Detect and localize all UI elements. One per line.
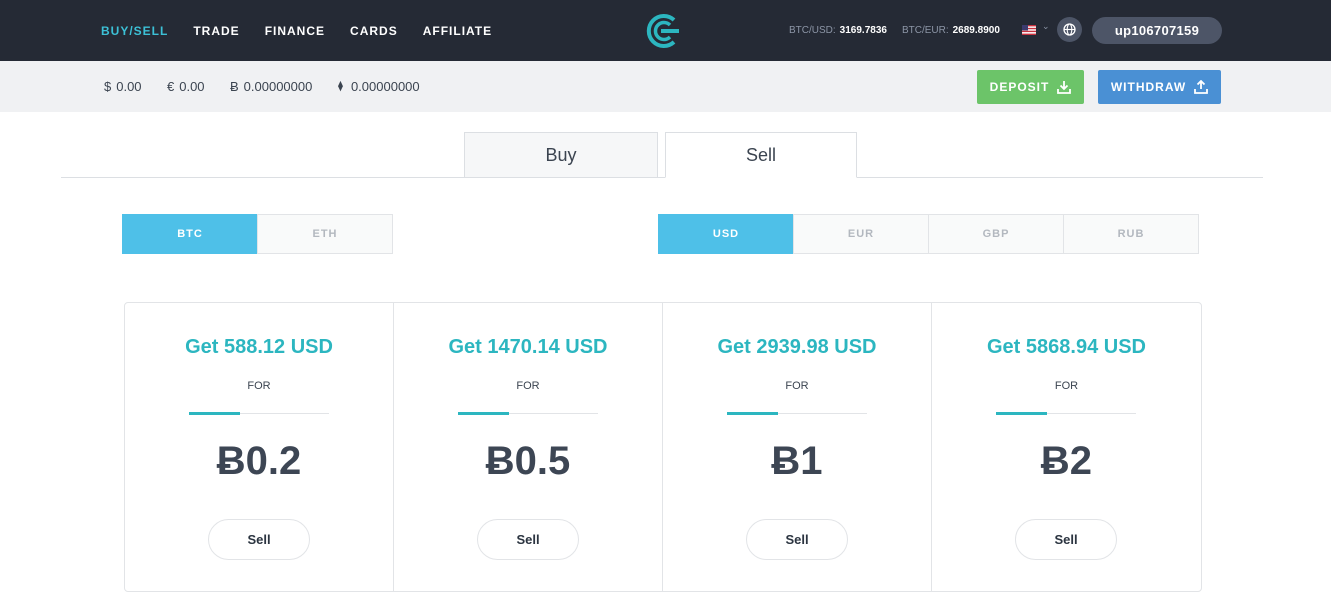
balance-btc: Ƀ 0.00000000: [230, 61, 312, 112]
deposit-label: DEPOSIT: [989, 80, 1050, 94]
offer-get-amount: Get 2939.98 USD: [717, 336, 877, 358]
currency-option-eur[interactable]: EUR: [793, 214, 929, 254]
balance-eur: € 0.00: [167, 61, 205, 112]
offer-crypto-amount: Ƀ0.5: [485, 439, 571, 483]
nav-item-trade[interactable]: TRADE: [193, 24, 239, 38]
rate-label-btc-usd: BTC/USD:: [789, 25, 836, 36]
offer-card: Get 2939.98 USD FOR Ƀ1 Sell: [663, 303, 932, 591]
nav-item-finance[interactable]: FINANCE: [265, 24, 325, 38]
offer-for-label: FOR: [785, 380, 809, 392]
main-nav: BUY/SELL TRADE FINANCE CARDS AFFILIATE: [101, 0, 517, 61]
offer-divider: [189, 412, 329, 415]
balance-bar: $ 0.00 € 0.00 Ƀ 0.00000000 ⧫ 0.00000000 …: [0, 61, 1331, 112]
crypto-selector: BTC ETH: [122, 214, 393, 254]
offer-get-amount: Get 588.12 USD: [185, 336, 333, 358]
upload-icon: [1194, 80, 1209, 94]
sell-button[interactable]: Sell: [1015, 519, 1117, 560]
nav-item-cards[interactable]: CARDS: [350, 24, 398, 38]
offer-divider: [458, 412, 598, 415]
rate-value-btc-eur: 2689.8900: [952, 25, 1000, 36]
withdraw-button[interactable]: WITHDRAW: [1098, 70, 1221, 104]
user-account-button[interactable]: up106707159: [1092, 17, 1222, 44]
offer-card: Get 588.12 USD FOR Ƀ0.2 Sell: [125, 303, 394, 591]
withdraw-label: WITHDRAW: [1110, 80, 1187, 94]
offer-divider: [996, 412, 1136, 415]
currency-selector: USD EUR GBP RUB: [658, 214, 1199, 254]
offer-for-label: FOR: [1054, 380, 1079, 392]
sell-button[interactable]: Sell: [746, 519, 848, 560]
sell-button[interactable]: Sell: [208, 519, 310, 560]
offer-card: Get 1470.14 USD FOR Ƀ0.5 Sell: [394, 303, 663, 591]
chevron-down-icon[interactable]: ⌄: [1042, 21, 1050, 32]
sell-button[interactable]: Sell: [477, 519, 579, 560]
exchange-rates: BTC/USD: 3169.7836 BTC/EUR: 2689.8900: [789, 0, 1015, 61]
crypto-option-btc[interactable]: BTC: [122, 214, 258, 254]
globe-icon[interactable]: [1057, 17, 1082, 42]
download-icon: [1057, 81, 1072, 94]
currency-option-gbp[interactable]: GBP: [928, 214, 1064, 254]
tab-sell[interactable]: Sell: [665, 132, 857, 178]
offer-divider: [727, 412, 867, 415]
us-flag-icon[interactable]: [1022, 25, 1036, 35]
offer-crypto-amount: Ƀ1: [771, 439, 823, 483]
rate-label-btc-eur: BTC/EUR:: [901, 25, 949, 36]
balance-value: 0.00000000: [350, 79, 420, 94]
offer-get-amount: Get 1470.14 USD: [448, 336, 608, 358]
offer-crypto-amount: Ƀ0.2: [216, 439, 302, 483]
currency-option-usd[interactable]: USD: [658, 214, 794, 254]
balance-usd: $ 0.00: [104, 61, 142, 112]
deposit-button[interactable]: DEPOSIT: [977, 70, 1084, 104]
top-navbar: BUY/SELL TRADE FINANCE CARDS AFFILIATE B…: [0, 0, 1331, 61]
currency-option-rub[interactable]: RUB: [1063, 214, 1199, 254]
nav-item-buy-sell[interactable]: BUY/SELL: [101, 24, 168, 38]
balance-eth: ⧫ 0.00000000: [338, 61, 420, 112]
rate-value-btc-usd: 3169.7836: [839, 25, 887, 36]
btc-symbol: Ƀ: [230, 79, 239, 94]
balance-value: 0.00000000: [243, 79, 313, 94]
crypto-option-eth[interactable]: ETH: [257, 214, 393, 254]
tab-buy[interactable]: Buy: [464, 132, 658, 178]
sell-offers: Get 588.12 USD FOR Ƀ0.2 Sell Get 1470.14…: [124, 302, 1202, 592]
cex-logo-icon[interactable]: [644, 12, 682, 50]
usd-symbol: $: [104, 79, 112, 94]
offer-for-label: FOR: [247, 380, 271, 392]
eur-symbol: €: [167, 79, 175, 94]
tab-divider: [61, 177, 1263, 178]
offer-card: Get 5868.94 USD FOR Ƀ2 Sell: [932, 303, 1201, 591]
offer-for-label: FOR: [516, 380, 540, 392]
eth-symbol: ⧫: [338, 81, 343, 92]
offer-get-amount: Get 5868.94 USD: [987, 336, 1146, 358]
offer-crypto-amount: Ƀ2: [1040, 439, 1093, 483]
nav-item-affiliate[interactable]: AFFILIATE: [423, 24, 492, 38]
balance-value: 0.00: [179, 79, 205, 94]
balance-value: 0.00: [116, 79, 142, 94]
